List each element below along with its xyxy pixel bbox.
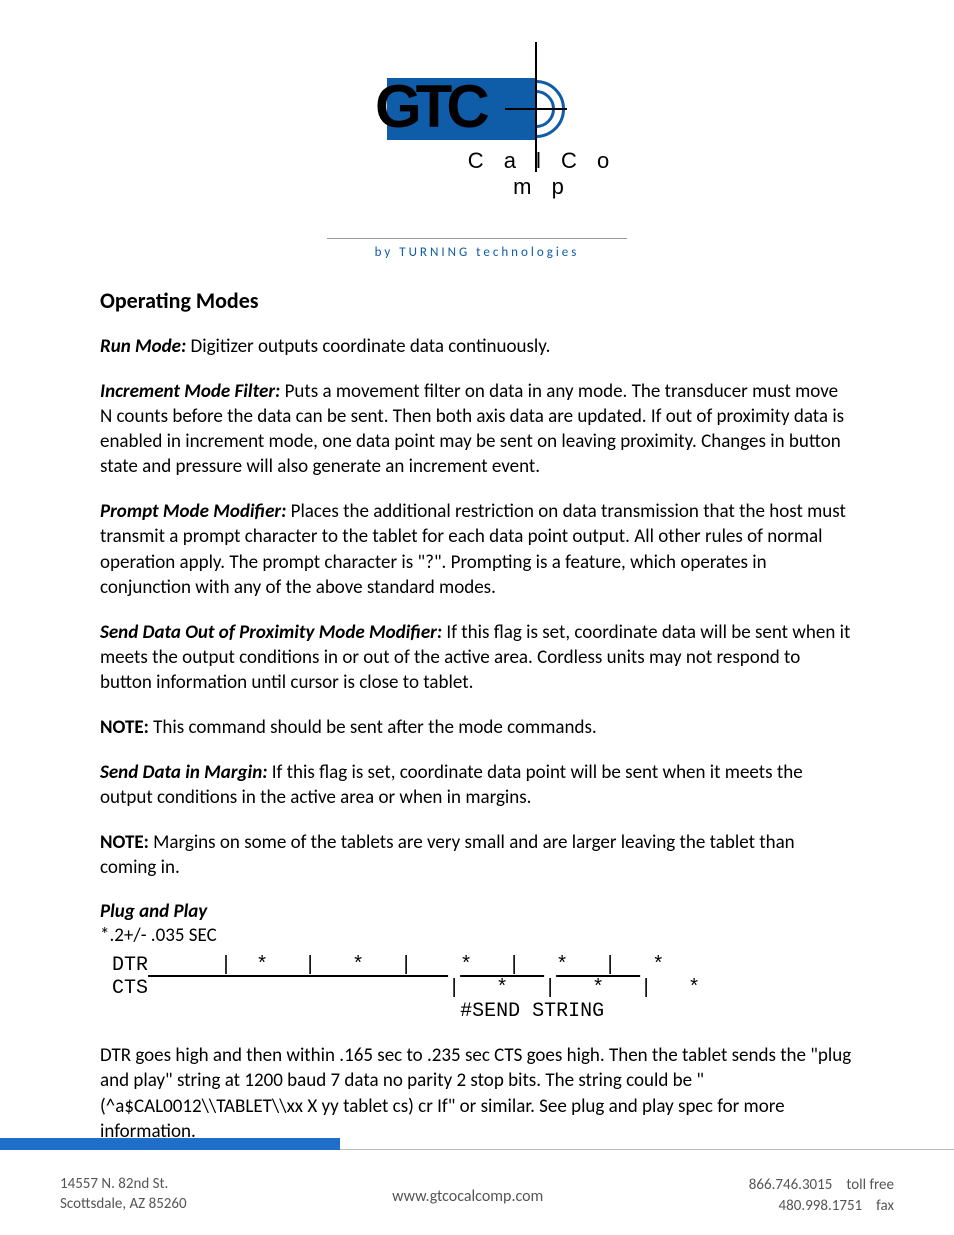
footer-address: 14557 N. 82nd St. Scottsdale, AZ 85260	[60, 1175, 187, 1214]
section-heading: Operating Modes	[100, 287, 854, 314]
increment-mode-para: Increment Mode Filter: Puts a movement f…	[100, 379, 854, 479]
cts-label: CTS	[112, 977, 148, 1000]
run-mode-label: Run Mode:	[100, 335, 186, 358]
address-line1: 14557 N. 82nd St.	[60, 1175, 187, 1195]
run-mode-para: Run Mode: Digitizer outputs coordinate d…	[100, 334, 854, 359]
footer-contact: 866.746.3015 toll free 480.998.1751 fax	[749, 1175, 894, 1217]
dtr-label: DTR	[112, 954, 148, 977]
tollfree-label: toll free	[846, 1175, 894, 1196]
margin-mode-para: Send Data in Margin: If this flag is set…	[100, 760, 854, 810]
proximity-mode-para: Send Data Out of Proximity Mode Modifier…	[100, 620, 854, 695]
plug-explain: DTR goes high and then within .165 sec t…	[100, 1043, 854, 1143]
footer-accent-bar	[0, 1138, 340, 1150]
plug-and-play-heading: Plug and Play	[100, 900, 854, 923]
prompt-mode-label: Prompt Mode Modifier:	[100, 500, 286, 523]
note2-para: NOTE: Margins on some of the tablets are…	[100, 830, 854, 880]
logo-tagline: by TURNING technologies	[327, 245, 627, 260]
note1-label: NOTE:	[100, 716, 149, 739]
address-line2: Scottsdale, AZ 85260	[60, 1195, 187, 1215]
run-mode-text: Digitizer outputs coordinate data contin…	[186, 335, 550, 358]
note1-text: This command should be sent after the mo…	[149, 716, 597, 739]
margin-mode-label: Send Data in Margin:	[100, 761, 267, 784]
note2-text: Margins on some of the tablets are very …	[100, 831, 795, 879]
increment-mode-label: Increment Mode Filter:	[100, 380, 280, 403]
timing-spec: *.2+/- .035 SEC	[100, 923, 854, 948]
logo-divider	[327, 238, 627, 239]
fax-number: 480.998.1751	[779, 1196, 863, 1217]
timing-diagram: DTR | * | * | * | * | * CTS | * | * | * …	[100, 954, 854, 1023]
page-footer: 14557 N. 82nd St. Scottsdale, AZ 85260 w…	[0, 1175, 954, 1217]
note1-para: NOTE: This command should be sent after …	[100, 715, 854, 740]
proximity-mode-label: Send Data Out of Proximity Mode Modifier…	[100, 621, 442, 644]
document-body: GTC C a l C o m p by TURNING technologie…	[0, 0, 954, 1144]
prompt-mode-para: Prompt Mode Modifier: Places the additio…	[100, 499, 854, 599]
tollfree-number: 866.746.3015	[749, 1175, 833, 1196]
note2-label: NOTE:	[100, 831, 149, 854]
fax-label: fax	[876, 1196, 894, 1217]
send-string-label: #SEND STRING	[460, 1000, 604, 1023]
logo-block: GTC C a l C o m p by TURNING technologie…	[100, 60, 854, 261]
gtco-logo: GTC C a l C o m p	[327, 60, 627, 180]
logo-text-sub: C a l C o m p	[457, 148, 627, 200]
footer-website: www.gtcocalcomp.com	[392, 1187, 543, 1206]
logo-text-main: GTC	[375, 72, 484, 141]
